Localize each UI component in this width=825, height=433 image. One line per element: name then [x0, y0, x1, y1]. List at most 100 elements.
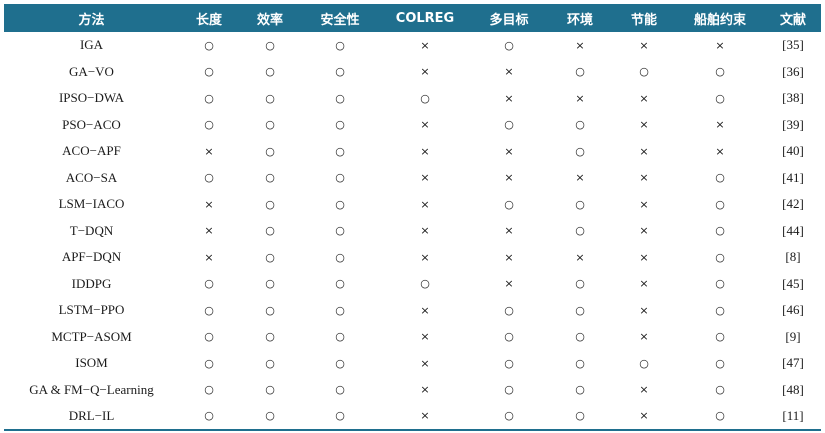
cell-safety: ○ — [335, 277, 345, 291]
cell-length: × — [204, 250, 214, 264]
cell-length: ○ — [204, 65, 214, 79]
cell-environment: × — [575, 250, 585, 264]
cell-safety: ○ — [335, 356, 345, 370]
table-row: GA & FM−Q−Learning ○ ○ ○ × ○ ○ × ○ [48] — [4, 377, 821, 404]
cell-multi-objective: ○ — [504, 38, 514, 52]
cell-ship-constraints: × — [715, 144, 725, 158]
cell-energy-saving: × — [639, 171, 649, 185]
cell-energy-saving: × — [639, 250, 649, 264]
cell-reference: [42] — [782, 196, 804, 212]
cell-ship-constraints: ○ — [715, 330, 725, 344]
cell-colreg: ○ — [420, 91, 430, 105]
cell-efficiency: ○ — [265, 171, 275, 185]
cell-environment: ○ — [575, 303, 585, 317]
table-row: ACO−SA ○ ○ ○ × × × × ○ [41] — [4, 165, 821, 192]
cell-reference: [36] — [782, 63, 804, 79]
cell-safety: ○ — [335, 250, 345, 264]
header-method: 方法 — [78, 12, 105, 28]
cell-method: T−DQN — [69, 222, 114, 238]
cell-environment: × — [575, 38, 585, 52]
cell-efficiency: ○ — [265, 197, 275, 211]
cell-efficiency: ○ — [265, 303, 275, 317]
header-length: 长度 — [195, 12, 222, 28]
cell-length: ○ — [204, 91, 214, 105]
cell-ship-constraints: ○ — [715, 171, 725, 185]
cell-safety: ○ — [335, 224, 345, 238]
cell-efficiency: ○ — [265, 38, 275, 52]
cell-energy-saving: × — [639, 144, 649, 158]
cell-safety: ○ — [335, 118, 345, 132]
cell-ship-constraints: ○ — [715, 277, 725, 291]
cell-method: MCTP−ASOM — [51, 328, 132, 344]
cell-environment: ○ — [575, 356, 585, 370]
cell-colreg: × — [420, 250, 430, 264]
cell-multi-objective: × — [504, 91, 514, 105]
cell-method: ACO−APF — [62, 143, 121, 159]
cell-colreg: × — [420, 197, 430, 211]
cell-energy-saving: × — [639, 224, 649, 238]
cell-method: IPSO−DWA — [58, 90, 125, 106]
cell-efficiency: ○ — [265, 277, 275, 291]
cell-ship-constraints: ○ — [715, 356, 725, 370]
header-colreg: COLREG — [395, 10, 455, 26]
cell-length: × — [204, 197, 214, 211]
cell-energy-saving: ○ — [639, 65, 649, 79]
cell-reference: [46] — [782, 302, 804, 318]
cell-reference: [38] — [782, 90, 804, 106]
cell-energy-saving: × — [639, 197, 649, 211]
method-comparison-table: 方法 长度 效率 安全性 COLREG 多目标 环境 节能 船舶约束 文献 IG… — [4, 4, 821, 431]
cell-safety: ○ — [335, 171, 345, 185]
table-row: IDDPG ○ ○ ○ ○ × ○ × ○ [45] — [4, 271, 821, 298]
cell-colreg: ○ — [420, 277, 430, 291]
comparison-table-container: 方法 长度 效率 安全性 COLREG 多目标 环境 节能 船舶约束 文献 IG… — [4, 4, 821, 431]
cell-colreg: × — [420, 144, 430, 158]
table-header: 方法 长度 效率 安全性 COLREG 多目标 环境 节能 船舶约束 文献 — [4, 4, 821, 32]
header-multi-objective: 多目标 — [489, 12, 529, 28]
cell-energy-saving: × — [639, 383, 649, 397]
cell-multi-objective: × — [504, 277, 514, 291]
cell-colreg: × — [420, 224, 430, 238]
header-reference: 文献 — [779, 12, 806, 28]
cell-colreg: × — [420, 330, 430, 344]
cell-ship-constraints: ○ — [715, 383, 725, 397]
cell-efficiency: ○ — [265, 250, 275, 264]
cell-length: × — [204, 224, 214, 238]
header-safety: 安全性 — [320, 12, 360, 28]
cell-method: IDDPG — [71, 275, 112, 291]
table-row: APF−DQN × ○ ○ × × × × ○ [8] — [4, 244, 821, 271]
cell-reference: [47] — [782, 355, 804, 371]
cell-colreg: × — [379, 403, 471, 431]
cell-safety: ○ — [335, 144, 345, 158]
cell-method: PSO−ACO — [62, 116, 121, 132]
cell-safety: ○ — [335, 330, 345, 344]
cell-colreg: × — [420, 303, 430, 317]
cell-safety: ○ — [335, 65, 345, 79]
table-row: IPSO−DWA ○ ○ ○ ○ × × × ○ [38] — [4, 85, 821, 112]
cell-method: LSTM−PPO — [58, 302, 125, 318]
cell-length: ○ — [204, 330, 214, 344]
cell-colreg: × — [420, 118, 430, 132]
cell-safety: ○ — [301, 403, 379, 431]
cell-colreg: × — [420, 65, 430, 79]
cell-ship-constraints: ○ — [715, 65, 725, 79]
table-row: MCTP−ASOM ○ ○ ○ × ○ ○ × ○ [9] — [4, 324, 821, 351]
cell-environment: ○ — [575, 197, 585, 211]
cell-multi-objective: × — [504, 171, 514, 185]
cell-environment: ○ — [575, 118, 585, 132]
cell-efficiency: ○ — [265, 224, 275, 238]
header-row: 方法 长度 效率 安全性 COLREG 多目标 环境 节能 船舶约束 文献 — [4, 4, 821, 32]
cell-multi-objective: ○ — [504, 197, 514, 211]
cell-reference: [44] — [782, 222, 804, 238]
table-row: LSM−IACO × ○ ○ × ○ ○ × ○ [42] — [4, 191, 821, 218]
cell-reference: [48] — [782, 381, 804, 397]
cell-length: ○ — [204, 171, 214, 185]
cell-efficiency: ○ — [265, 65, 275, 79]
cell-safety: ○ — [335, 383, 345, 397]
cell-length: ○ — [204, 356, 214, 370]
cell-efficiency: ○ — [239, 403, 301, 431]
cell-safety: ○ — [335, 38, 345, 52]
cell-method: GA & FM−Q−Learning — [29, 381, 154, 397]
table-row: T−DQN × ○ ○ × × ○ × ○ [44] — [4, 218, 821, 245]
cell-length: ○ — [179, 403, 239, 431]
cell-method: ACO−SA — [65, 169, 118, 185]
